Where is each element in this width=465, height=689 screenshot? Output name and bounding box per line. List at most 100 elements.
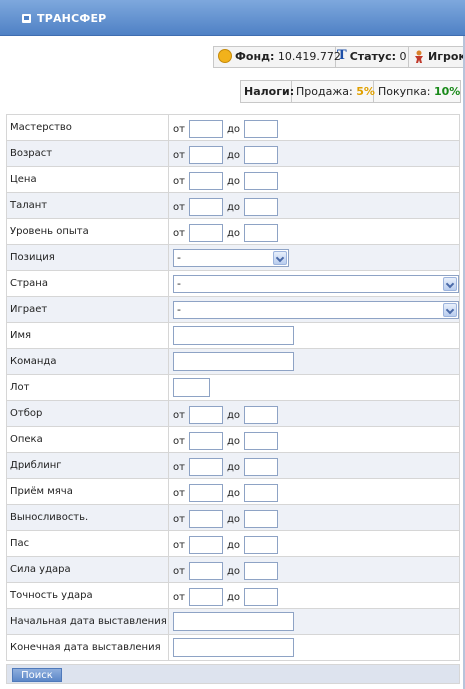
team-label: Команда bbox=[6, 348, 169, 375]
from-label: от bbox=[173, 591, 185, 603]
mastery-to-input[interactable] bbox=[244, 120, 278, 138]
row-talent: Талант от до bbox=[6, 192, 460, 219]
player-stat[interactable]: Игрок bbox=[409, 47, 465, 67]
shot-power-to-input[interactable] bbox=[244, 562, 278, 580]
row-exp-level: Уровень опыта от до bbox=[6, 218, 460, 245]
chevron-down-icon[interactable] bbox=[443, 302, 457, 317]
coin-icon bbox=[218, 49, 232, 63]
ball-control-from-input[interactable] bbox=[188, 484, 223, 502]
transfer-icon bbox=[22, 14, 31, 23]
price-from-input[interactable] bbox=[188, 172, 223, 190]
country-select-value: - bbox=[177, 276, 181, 290]
price-to-input[interactable] bbox=[244, 172, 278, 190]
to-label: до bbox=[226, 149, 240, 161]
talent-from-input[interactable] bbox=[188, 198, 223, 216]
start-date-input[interactable] bbox=[173, 612, 294, 631]
lot-label: Лот bbox=[6, 374, 169, 401]
passing-from-input[interactable] bbox=[188, 536, 223, 554]
end-date-input[interactable] bbox=[173, 638, 294, 657]
stamina-from-input[interactable] bbox=[188, 510, 223, 528]
price-label: Цена bbox=[6, 166, 169, 193]
tax-purchase: Покупка: 10% bbox=[375, 81, 461, 102]
to-label: до bbox=[226, 461, 240, 473]
row-age: Возраст от до bbox=[6, 140, 460, 167]
status-label: Статус: bbox=[349, 50, 397, 63]
to-label: до bbox=[226, 539, 240, 551]
shot-accuracy-label: Точность удара bbox=[6, 582, 169, 609]
mastery-from-input[interactable] bbox=[188, 120, 223, 138]
row-shot-accuracy: Точность удара от до bbox=[6, 582, 460, 609]
tax-sale-value: 5% bbox=[356, 85, 375, 98]
from-label: от bbox=[173, 487, 185, 499]
to-label: до bbox=[226, 591, 240, 603]
from-label: от bbox=[173, 175, 185, 187]
from-label: от bbox=[173, 513, 185, 525]
tax-info: Налоги: Продажа: 5% Покупка: 10% bbox=[240, 80, 461, 103]
search-button[interactable]: Поиск bbox=[12, 668, 62, 682]
status-stat: T Статус: 0 bbox=[333, 47, 409, 67]
row-plays: Играет - bbox=[6, 296, 460, 323]
transfer-search-form: Мастерство от до Возраст от до Цена от до Т… bbox=[6, 114, 460, 661]
shot-power-label: Сила удара bbox=[6, 556, 169, 583]
fund-stat: Фонд: 10.419.772 bbox=[214, 47, 341, 67]
ball-control-to-input[interactable] bbox=[244, 484, 278, 502]
from-label: от bbox=[173, 227, 185, 239]
mastery-label: Мастерство bbox=[6, 114, 169, 141]
tax-sale-label: Продажа: bbox=[296, 85, 353, 98]
marking-from-input[interactable] bbox=[188, 432, 223, 450]
lot-input[interactable] bbox=[173, 378, 210, 397]
window-title-bar: ТРАНСФЕР bbox=[0, 0, 465, 36]
tackling-from-input[interactable] bbox=[188, 406, 223, 424]
ball-control-label: Приём мяча bbox=[6, 478, 169, 505]
row-team: Команда bbox=[6, 348, 460, 375]
fund-value: 10.419.772 bbox=[277, 50, 341, 63]
exp-level-to-input[interactable] bbox=[244, 224, 278, 242]
to-label: до bbox=[226, 409, 240, 421]
tax-label: Налоги: bbox=[241, 81, 294, 102]
from-label: от bbox=[173, 435, 185, 447]
player-icon bbox=[415, 50, 423, 63]
tax-purchase-value: 10% bbox=[433, 85, 461, 98]
tackling-to-input[interactable] bbox=[244, 406, 278, 424]
age-to-input[interactable] bbox=[244, 146, 278, 164]
country-select[interactable]: - bbox=[173, 274, 459, 293]
exp-level-from-input[interactable] bbox=[188, 224, 223, 242]
shot-power-from-input[interactable] bbox=[188, 562, 223, 580]
row-mastery: Мастерство от до bbox=[6, 114, 460, 141]
form-footer: Поиск bbox=[6, 664, 460, 684]
age-from-input[interactable] bbox=[188, 146, 223, 164]
row-end-date: Конечная дата выставления bbox=[6, 634, 460, 661]
row-start-date: Начальная дата выставления bbox=[6, 608, 460, 635]
country-label: Страна bbox=[6, 270, 169, 297]
start-date-label: Начальная дата выставления bbox=[6, 608, 169, 635]
from-label: от bbox=[173, 565, 185, 577]
to-label: до bbox=[226, 487, 240, 499]
plays-select[interactable]: - bbox=[173, 300, 459, 319]
talent-to-input[interactable] bbox=[244, 198, 278, 216]
passing-label: Пас bbox=[6, 530, 169, 557]
status-value: 0 bbox=[399, 50, 407, 63]
position-label: Позиция bbox=[6, 244, 169, 271]
stamina-to-input[interactable] bbox=[244, 510, 278, 528]
marking-to-input[interactable] bbox=[244, 432, 278, 450]
name-input[interactable] bbox=[173, 326, 294, 345]
row-ball-control: Приём мяча от до bbox=[6, 478, 460, 505]
to-label: до bbox=[226, 227, 240, 239]
row-shot-power: Сила удара от до bbox=[6, 556, 460, 583]
from-label: от bbox=[173, 149, 185, 161]
shot-accuracy-to-input[interactable] bbox=[244, 588, 278, 606]
to-label: до bbox=[226, 565, 240, 577]
exp-level-label: Уровень опыта bbox=[6, 218, 169, 245]
page-title: ТРАНСФЕР bbox=[37, 12, 107, 25]
dribbling-from-input[interactable] bbox=[188, 458, 223, 476]
team-input[interactable] bbox=[173, 352, 294, 371]
position-select[interactable]: - bbox=[173, 248, 289, 267]
shot-accuracy-from-input[interactable] bbox=[188, 588, 223, 606]
tackling-label: Отбор bbox=[6, 400, 169, 427]
chevron-down-icon[interactable] bbox=[443, 276, 457, 291]
from-label: от bbox=[173, 201, 185, 213]
row-dribbling: Дриблинг от до bbox=[6, 452, 460, 479]
chevron-down-icon[interactable] bbox=[273, 250, 287, 265]
dribbling-to-input[interactable] bbox=[244, 458, 278, 476]
passing-to-input[interactable] bbox=[244, 536, 278, 554]
